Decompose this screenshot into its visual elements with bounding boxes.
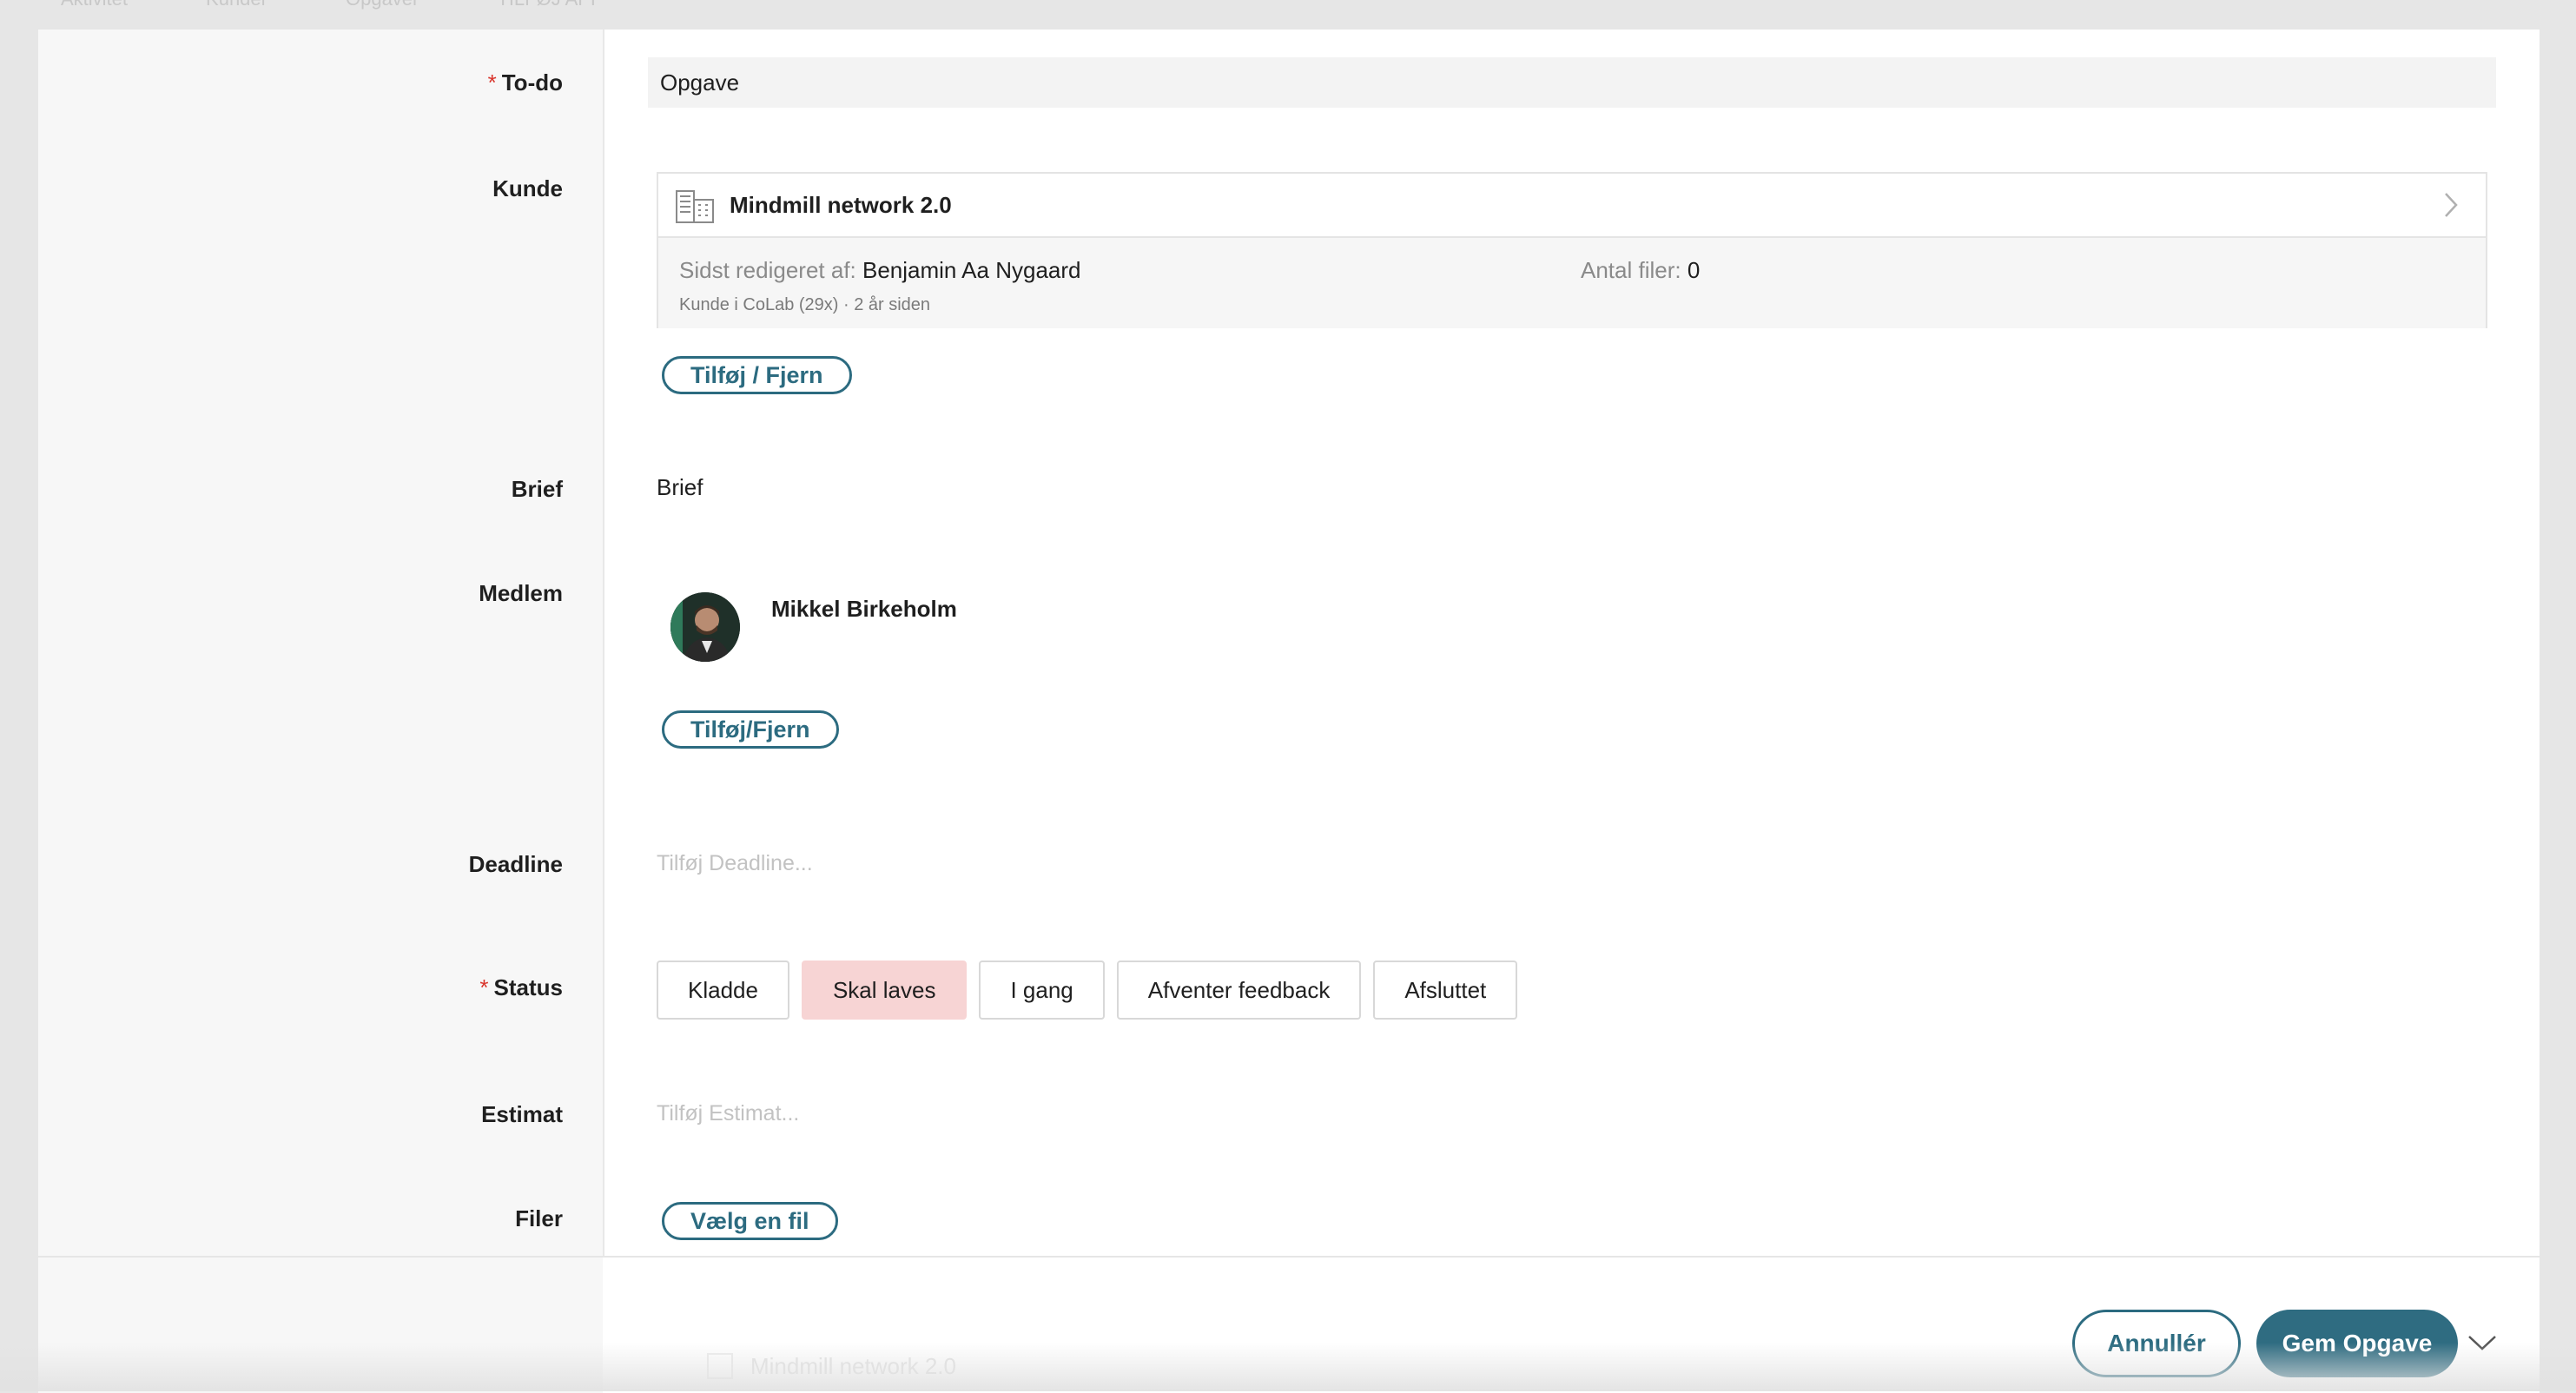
footer-left-panel	[38, 1258, 603, 1393]
save-task-button[interactable]: Gem Opgave	[2256, 1310, 2458, 1377]
brief-label: Brief	[511, 476, 563, 502]
last-edited: Sidst redigeret af: Benjamin Aa Nygaard	[679, 257, 1080, 284]
todo-label: * To-do	[488, 69, 563, 96]
bg-nav-item: TILFØJ APP	[497, 0, 603, 10]
estimat-label: Estimat	[481, 1101, 563, 1127]
choose-file-button[interactable]: Vælg en fil	[662, 1202, 838, 1240]
todo-label-text: To-do	[501, 69, 563, 96]
file-count-label: Antal filer:	[1581, 257, 1688, 283]
required-marker: *	[479, 974, 489, 1000]
kunde-card[interactable]: Mindmill network 2.0 Sidst redigeret af:…	[657, 172, 2487, 328]
deadline-input[interactable]: Tilføj Deadline...	[657, 851, 813, 876]
bg-nav-item: Kunder	[206, 0, 268, 10]
filer-label: Filer	[515, 1205, 563, 1231]
background-nav: Aktivitet Kunder Opgaver TILFØJ APP	[61, 0, 604, 10]
footer-ghost-text: Mindmill network 2.0	[750, 1353, 956, 1379]
file-count: Antal filer: 0	[1581, 257, 1700, 284]
member-name: Mikkel Birkeholm	[771, 596, 957, 622]
avatar	[670, 592, 740, 662]
last-edited-by: Benjamin Aa Nygaard	[862, 257, 1081, 283]
status-option-afsluttet[interactable]: Afsluttet	[1373, 961, 1518, 1020]
brief-field[interactable]: Brief	[657, 474, 703, 501]
medlem-label: Medlem	[479, 580, 563, 606]
building-icon	[674, 184, 716, 226]
chevron-right-icon[interactable]	[2435, 189, 2467, 221]
todo-input[interactable]: Opgave	[648, 57, 2496, 108]
bg-nav-item: Opgaver	[346, 0, 419, 10]
kunde-card-header[interactable]: Mindmill network 2.0	[658, 174, 2486, 238]
medlem-add-remove-button[interactable]: Tilføj/Fjern	[662, 710, 839, 749]
chevron-down-icon[interactable]	[2465, 1330, 2500, 1355]
deadline-label: Deadline	[468, 851, 563, 877]
kunde-label: Kunde	[492, 175, 563, 201]
required-marker: *	[487, 69, 497, 96]
task-modal: * To-do Opgave Kunde Mindmill network 2.…	[38, 30, 2540, 1393]
status-options: Kladde Skal laves I gang Afventer feedba…	[657, 961, 1518, 1020]
bg-nav-item: Aktivitet	[61, 0, 128, 10]
file-count-value: 0	[1687, 257, 1701, 283]
status-option-afventer-feedback[interactable]: Afventer feedback	[1116, 961, 1362, 1020]
kunde-name: Mindmill network 2.0	[730, 191, 952, 218]
status-option-kladde[interactable]: Kladde	[657, 961, 789, 1020]
status-label-text: Status	[493, 974, 563, 1000]
status-option-i-gang[interactable]: I gang	[979, 961, 1105, 1020]
status-option-skal-laves[interactable]: Skal laves	[801, 961, 968, 1020]
label-column	[38, 30, 604, 1256]
kunde-subtext: Kunde i CoLab (29x) · 2 år siden	[679, 295, 931, 314]
kunde-add-remove-button[interactable]: Tilføj / Fjern	[662, 356, 852, 394]
modal-footer: Mindmill network 2.0 Annullér Gem Opgave	[38, 1256, 2540, 1393]
last-edited-label: Sidst redigeret af:	[679, 257, 862, 283]
status-label: * Status	[479, 974, 563, 1001]
cancel-button[interactable]: Annullér	[2072, 1310, 2241, 1377]
estimat-input[interactable]: Tilføj Estimat...	[657, 1101, 799, 1126]
building-icon	[707, 1353, 733, 1379]
kunde-card-details: Sidst redigeret af: Benjamin Aa Nygaard …	[658, 238, 2486, 328]
